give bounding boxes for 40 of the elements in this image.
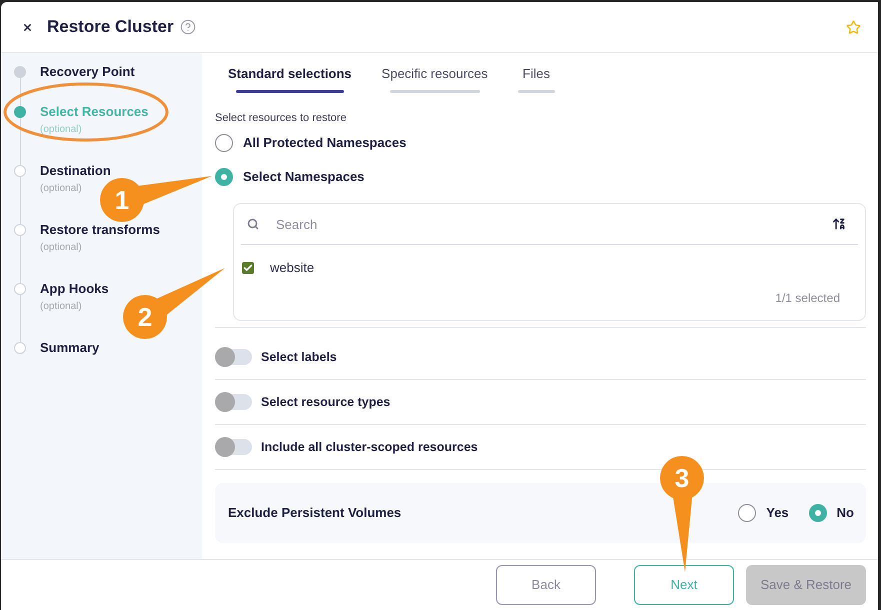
radio-button[interactable] (808, 504, 827, 522)
namespace-name: website (270, 258, 314, 277)
selection-count: 1/1 selected (775, 290, 840, 306)
toggle-switch[interactable] (215, 437, 252, 457)
search-field[interactable]: Search (276, 212, 832, 236)
step-label[interactable]: Recovery Point (40, 63, 135, 81)
close-icon[interactable] (22, 22, 33, 32)
tab[interactable]: Specific resources (382, 65, 488, 93)
star-icon[interactable] (846, 20, 861, 34)
search-icon (247, 218, 259, 230)
option-label: All Protected Namespaces (243, 134, 406, 152)
step-label[interactable]: Restore transforms (40, 221, 160, 239)
sort-icon[interactable] (832, 217, 846, 231)
callout-pin: 2 (123, 268, 225, 339)
toggle-switch[interactable] (215, 392, 252, 412)
help-icon[interactable] (180, 19, 196, 35)
option-title: Exclude Persistent Volumes (228, 504, 402, 522)
window-title: Restore Cluster (47, 16, 174, 38)
radio-button[interactable] (215, 134, 233, 152)
toggle-switch[interactable] (215, 347, 252, 367)
toggle-label: Select labels (261, 348, 337, 366)
step-hint: (optional) (40, 182, 83, 196)
radio-button[interactable] (215, 168, 233, 186)
callout-pin: 1 (100, 176, 212, 222)
option-label: No (836, 504, 854, 522)
checkbox[interactable] (242, 262, 254, 274)
section-label: Select resources to restore (215, 111, 348, 125)
step-hint: (optional) (40, 123, 83, 137)
step-label[interactable]: App Hooks (40, 280, 109, 298)
step-label[interactable]: Summary (40, 339, 100, 357)
step-hint: (optional) (40, 300, 83, 314)
step-hint: (optional) (40, 241, 83, 255)
toggle-label: Include all cluster-scoped resources (261, 438, 478, 456)
callout-pin: 3 (660, 456, 704, 572)
tab[interactable]: Standard selections (228, 65, 352, 93)
radio-button[interactable] (738, 504, 756, 522)
toggle-label: Select resource types (261, 394, 390, 411)
option-label: Yes (766, 504, 789, 522)
tab[interactable]: Files (518, 65, 555, 93)
option-label: Select Namespaces (243, 168, 364, 186)
